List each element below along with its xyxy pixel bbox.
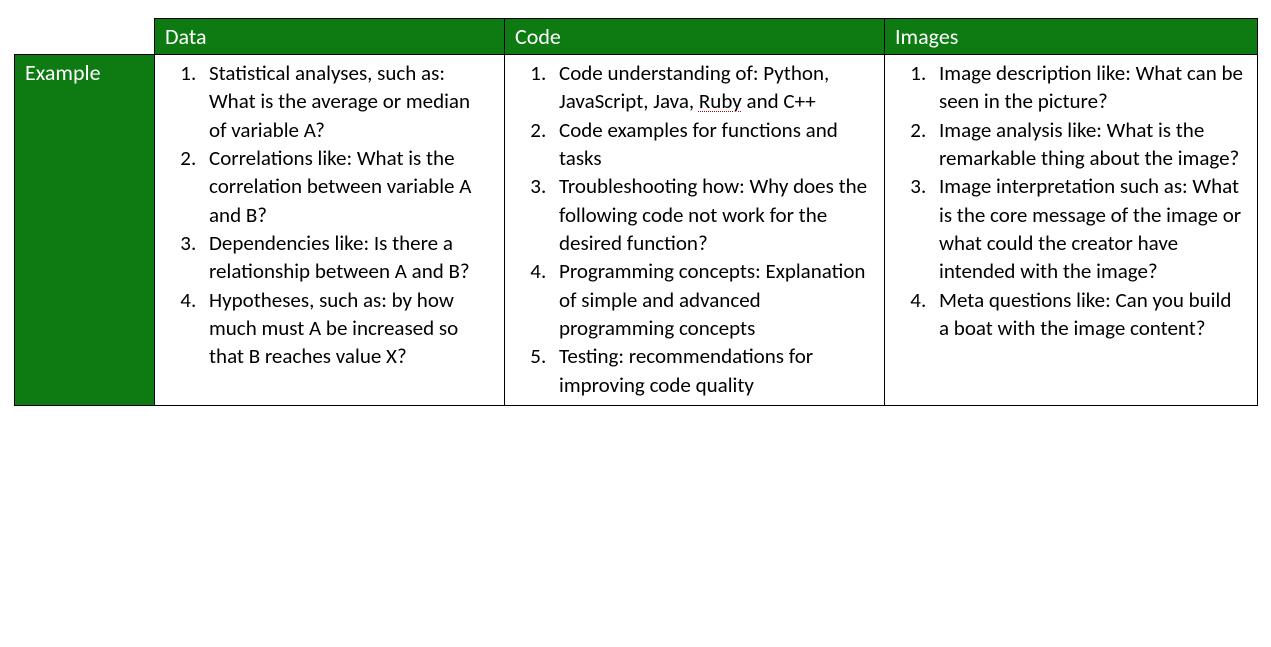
examples-table: Data Code Images Example Statistical ana… [14,18,1258,406]
spellcheck-underline: Ruby [699,88,742,114]
corner-cell [15,19,155,55]
cell-data: Statistical analyses, such as: What is t… [155,55,505,406]
list-item: Hypotheses, such as: by how much must A … [201,286,490,371]
cell-images: Image description like: What can be seen… [885,55,1258,406]
list-item: Image analysis like: What is the remarka… [931,116,1243,173]
col-header-images: Images [885,19,1258,55]
list-item: Programming concepts: Explanation of sim… [551,257,870,342]
cell-code: Code understanding of: Python, JavaScrip… [505,55,885,406]
col-header-code: Code [505,19,885,55]
list-item: Troubleshooting how: Why does the follow… [551,172,870,257]
example-row: Example Statistical analyses, such as: W… [15,55,1258,406]
list-item: Image description like: What can be seen… [931,59,1243,116]
list-code: Code understanding of: Python, JavaScrip… [513,59,870,399]
list-images: Image description like: What can be seen… [893,59,1243,342]
row-header-example: Example [15,55,155,406]
list-item: Image interpretation such as: What is th… [931,172,1243,285]
list-item: Code understanding of: Python, JavaScrip… [551,59,870,116]
list-item: Correlations like: What is the correlati… [201,144,490,229]
list-item: Statistical analyses, such as: What is t… [201,59,490,144]
list-data: Statistical analyses, such as: What is t… [163,59,490,371]
list-item: Testing: recommendations for improving c… [551,342,870,399]
header-row: Data Code Images [15,19,1258,55]
list-item: Dependencies like: Is there a relationsh… [201,229,490,286]
list-item: Code examples for functions and tasks [551,116,870,173]
list-item: Meta questions like: Can you build a boa… [931,286,1243,343]
col-header-data: Data [155,19,505,55]
